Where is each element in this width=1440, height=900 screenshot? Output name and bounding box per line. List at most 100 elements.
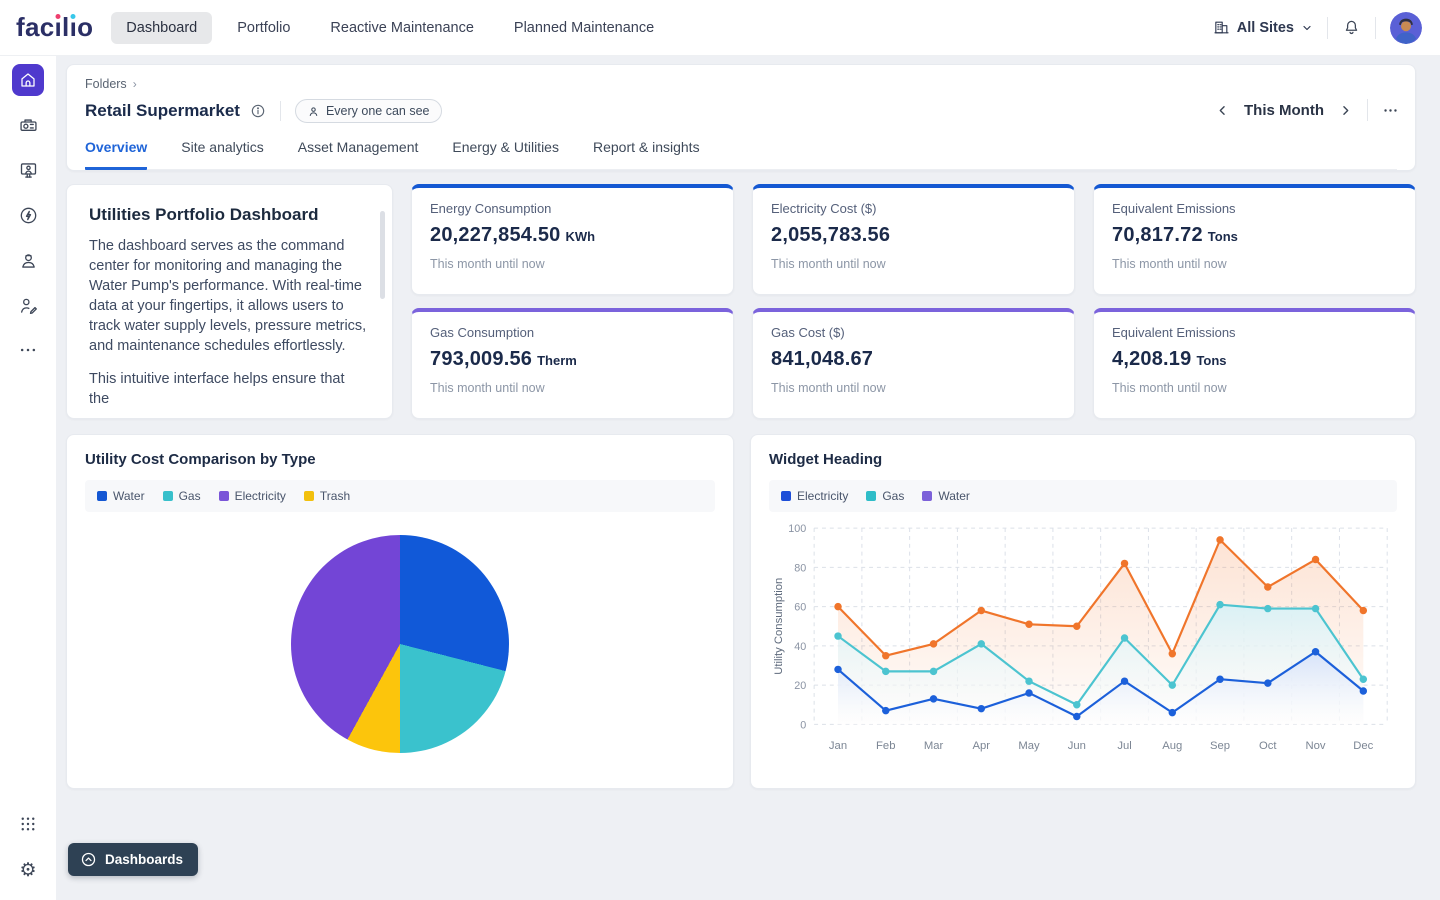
divider [1375, 17, 1376, 39]
settings-button[interactable]: ⚙ [12, 854, 44, 886]
kpi-caption: This month until now [1112, 381, 1397, 395]
legend-item-trash[interactable]: Trash [304, 489, 350, 503]
vendor-icon [18, 295, 39, 316]
kpi-card-electricity-cost: Electricity Cost ($) 2,055,783.56 This m… [752, 184, 1075, 295]
sidebar-item-more[interactable] [12, 334, 44, 366]
svg-text:Nov: Nov [1306, 740, 1326, 752]
kpi-card-equivalent-emissions-gas: Equivalent Emissions 4,208.19Tons This m… [1093, 308, 1416, 419]
visibility-badge[interactable]: Every one can see [295, 99, 442, 123]
dashboard-header-panel: Folders › Retail Supermarket Every one c… [66, 64, 1416, 171]
brand-logo[interactable]: facılıo [16, 12, 93, 43]
kiosk-display-icon [18, 160, 39, 181]
line-chart-title: Widget Heading [769, 451, 1397, 468]
sidebar-item-kiosk[interactable] [12, 154, 44, 186]
more-ellipsis-icon [18, 340, 38, 360]
legend-chip [97, 491, 107, 501]
svg-text:100: 100 [788, 523, 806, 535]
divider [1327, 17, 1328, 39]
svg-text:Dec: Dec [1353, 740, 1373, 752]
sidebar-item-assets[interactable] [12, 109, 44, 141]
divider [1367, 99, 1368, 121]
utility-line-chart[interactable]: 020406080100JanFebMarAprMayJunJulAugSepO… [769, 518, 1397, 760]
legend-item-gas[interactable]: Gas [866, 489, 904, 503]
scrollbar-thumb[interactable] [380, 211, 385, 299]
nav-item-portfolio[interactable]: Portfolio [222, 12, 305, 44]
description-paragraph: The dashboard serves as the command cent… [89, 236, 368, 356]
legend-label: Gas [179, 489, 201, 503]
sidebar-item-energy[interactable] [12, 199, 44, 231]
sidebar-item-vendor[interactable] [12, 289, 44, 321]
tab-energy-utilities[interactable]: Energy & Utilities [452, 139, 559, 170]
svg-text:Oct: Oct [1259, 740, 1277, 752]
dashboards-button-label: Dashboards [105, 852, 183, 867]
svg-text:Mar: Mar [924, 740, 944, 752]
svg-text:80: 80 [794, 562, 806, 574]
sidebar-item-home[interactable] [12, 64, 44, 96]
legend-item-gas[interactable]: Gas [163, 489, 201, 503]
notifications-button[interactable] [1342, 18, 1361, 37]
nav-item-reactive-maintenance[interactable]: Reactive Maintenance [315, 12, 488, 44]
building-icon [1213, 19, 1230, 36]
kpi-value: 2,055,783.56 [771, 224, 890, 247]
kpi-value: 70,817.72 [1112, 224, 1203, 247]
tab-report-insights[interactable]: Report & insights [593, 139, 700, 170]
kpi-unit: Tons [1196, 353, 1226, 368]
tab-asset-management[interactable]: Asset Management [298, 139, 419, 170]
breadcrumb: Folders › [85, 77, 1397, 91]
legend-label: Trash [320, 489, 350, 503]
people-icon [18, 250, 39, 271]
kpi-caption: This month until now [1112, 257, 1397, 271]
svg-text:40: 40 [794, 641, 806, 653]
sidebar: ⚙ [0, 56, 56, 900]
pie-chart-title: Utility Cost Comparison by Type [85, 451, 715, 468]
legend-chip [304, 491, 314, 501]
user-avatar[interactable] [1390, 12, 1422, 44]
legend-item-water[interactable]: Water [97, 489, 145, 503]
legend-chip [163, 491, 173, 501]
svg-text:60: 60 [794, 602, 806, 614]
header-more-options-button[interactable] [1382, 102, 1399, 119]
kpi-label: Gas Cost ($) [771, 325, 1056, 340]
nav-item-planned-maintenance[interactable]: Planned Maintenance [499, 12, 669, 44]
svg-text:Jun: Jun [1068, 740, 1086, 752]
primary-nav: Dashboard Portfolio Reactive Maintenance… [111, 12, 669, 44]
next-period-button[interactable] [1338, 103, 1353, 118]
kpi-caption: This month until now [771, 257, 1056, 271]
chevron-down-icon [1301, 22, 1313, 34]
description-title: Utilities Portfolio Dashboard [89, 205, 368, 225]
svg-text:Jul: Jul [1117, 740, 1131, 752]
legend-label: Gas [882, 489, 904, 503]
legend-chip [866, 491, 876, 501]
kpi-value: 793,009.56 [430, 348, 532, 371]
previous-period-button[interactable] [1215, 103, 1230, 118]
legend-item-water[interactable]: Water [922, 489, 970, 503]
app-launcher-button[interactable] [12, 808, 44, 840]
chevron-left-icon [1215, 103, 1230, 118]
legend-item-electricity[interactable]: Electricity [219, 489, 286, 503]
page-title: Retail Supermarket [85, 101, 240, 121]
utility-consumption-widget: Widget Heading Electricity Gas Water 020… [750, 434, 1416, 789]
breadcrumb-folders-link[interactable]: Folders [85, 77, 127, 91]
legend-label: Electricity [235, 489, 286, 503]
svg-text:Jan: Jan [829, 740, 847, 752]
assets-icon [18, 115, 39, 136]
site-selector-label: All Sites [1237, 20, 1294, 36]
tab-site-analytics[interactable]: Site analytics [181, 139, 263, 170]
tab-overview[interactable]: Overview [85, 139, 147, 170]
svg-text:Feb: Feb [876, 740, 895, 752]
legend-item-electricity[interactable]: Electricity [781, 489, 848, 503]
kpi-caption: This month until now [430, 381, 715, 395]
kpi-value: 841,048.67 [771, 348, 873, 371]
gear-icon: ⚙ [19, 861, 36, 880]
nav-item-dashboard[interactable]: Dashboard [111, 12, 212, 44]
kpi-grid: Energy Consumption 20,227,854.50KWh This… [411, 184, 1416, 419]
sidebar-item-people[interactable] [12, 244, 44, 276]
energy-icon [18, 205, 39, 226]
info-icon[interactable] [250, 103, 266, 119]
site-selector-dropdown[interactable]: All Sites [1213, 19, 1313, 36]
divider [280, 101, 281, 121]
utility-cost-comparison-widget: Utility Cost Comparison by Type Water Ga… [66, 434, 734, 789]
utility-pie-chart[interactable] [291, 535, 509, 753]
dashboards-button[interactable]: Dashboards [68, 843, 198, 876]
kpi-value: 4,208.19 [1112, 348, 1191, 371]
